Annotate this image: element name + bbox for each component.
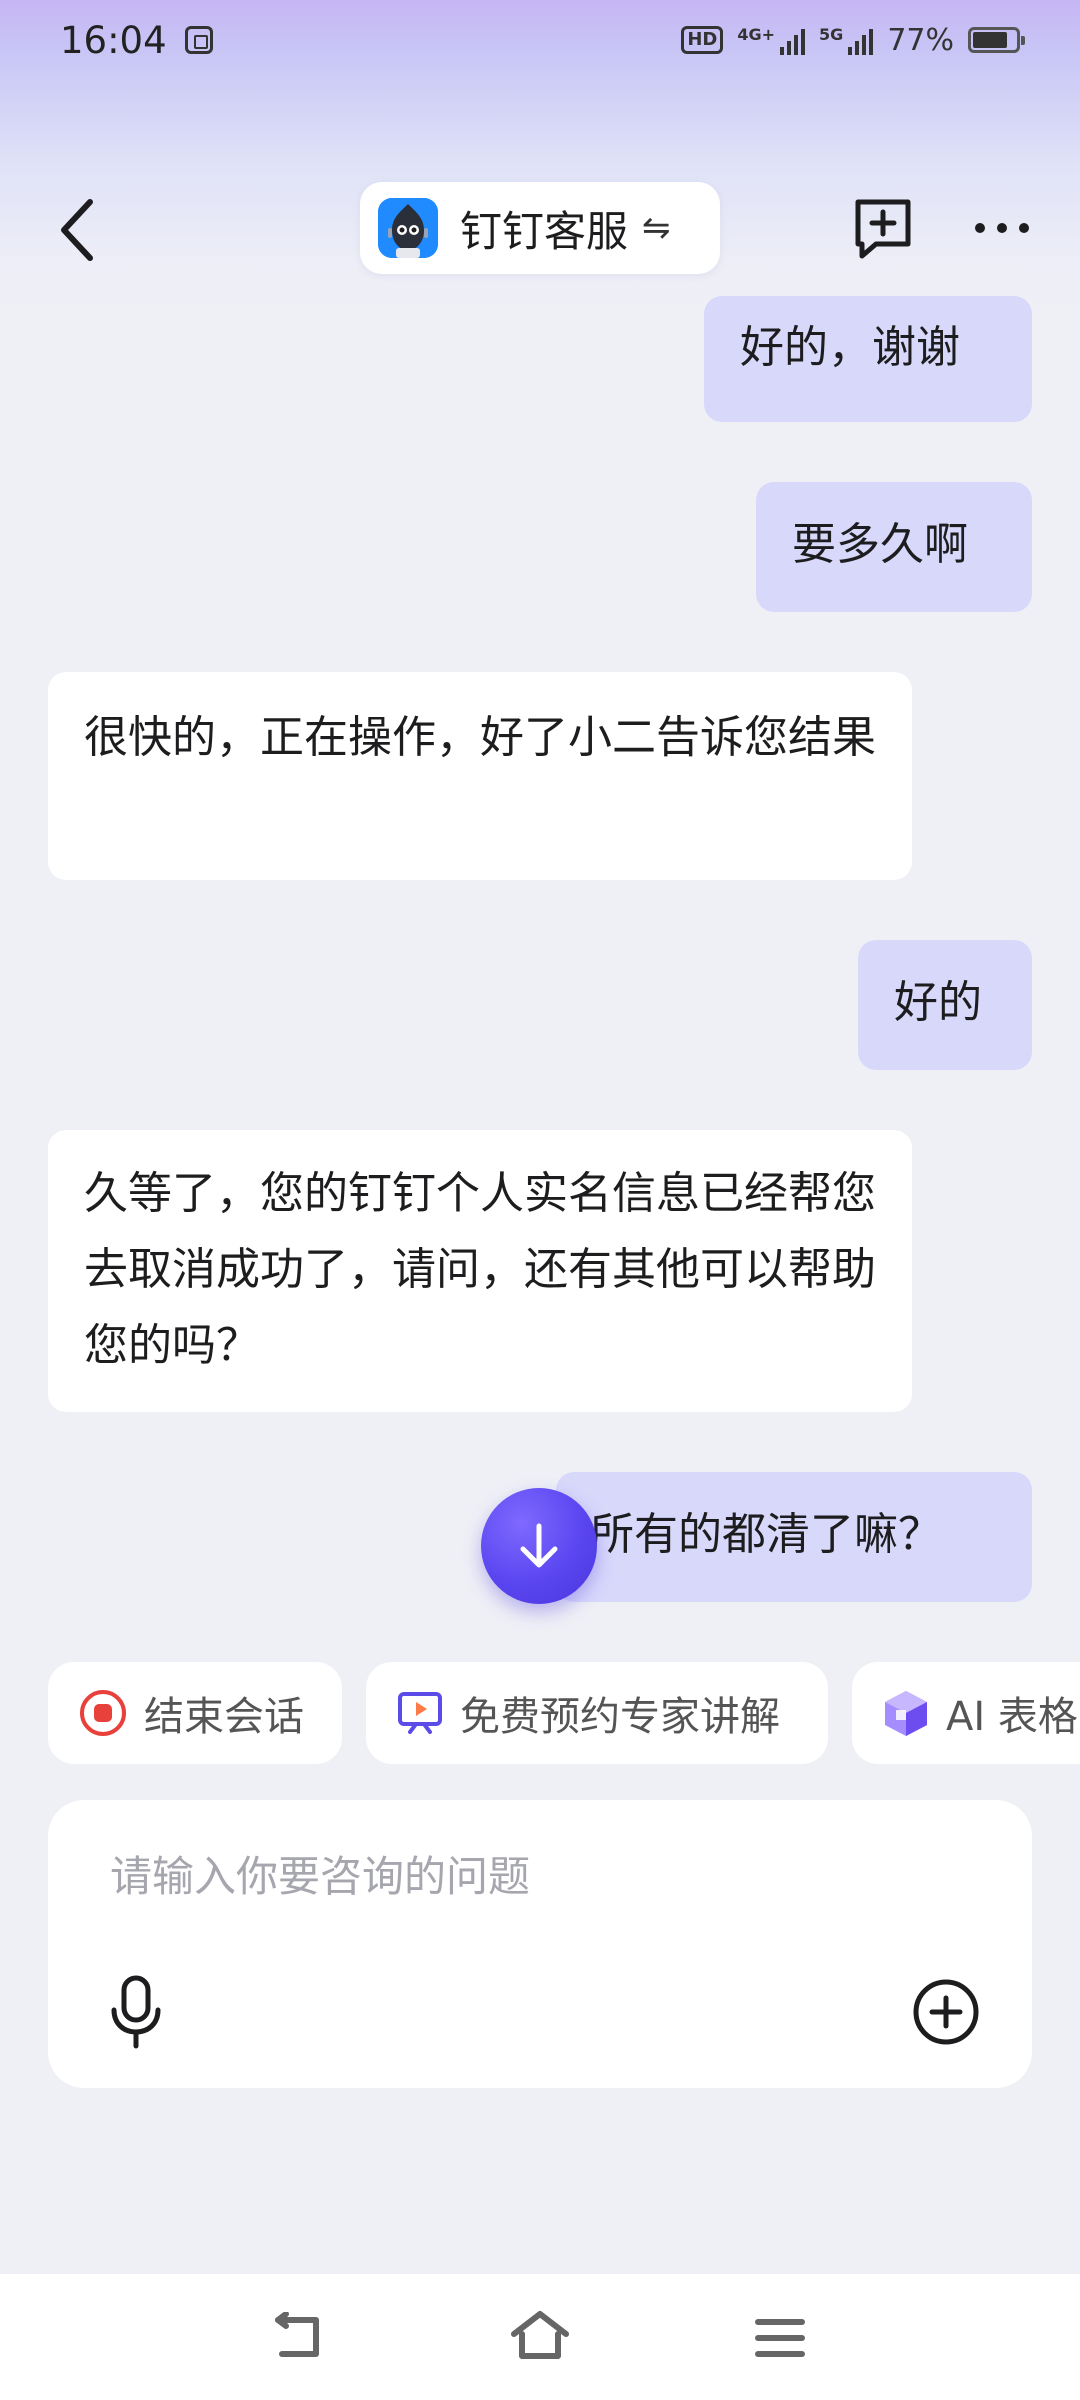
battery-percent: 77% [887,22,954,58]
bot-switcher[interactable]: 钉钉客服 ⇋ [360,182,720,274]
more-button[interactable] [970,210,1034,246]
plus-circle-icon [913,1979,979,2045]
bot-avatar [378,198,438,258]
arrow-down-icon [520,1523,558,1568]
attach-button[interactable] [910,1976,982,2048]
home-icon [511,2311,569,2359]
status-left: 16:04 [60,19,213,62]
signal-4g-label: 4G+ [737,25,776,44]
ai-table-chip[interactable]: AI 表格 [852,1662,1080,1764]
chat-header: 钉钉客服 ⇋ [0,170,1080,290]
battery-icon [968,27,1025,53]
user-message[interactable]: 所有的都清了嘛？ [556,1472,1032,1602]
voice-input-button[interactable] [106,1972,166,2052]
stop-circle-icon [80,1690,126,1736]
video-tv-icon [398,1692,442,1734]
expert-booking-chip[interactable]: 免费预约专家讲解 [366,1662,828,1764]
chat-screen: 16:04 HD 4G+ 5G 77% 钉钉客服 ⇋ 好的，谢谢 要多久啊 很快… [0,0,1080,2400]
user-message[interactable]: 好的 [858,940,1032,1070]
scroll-to-bottom-button[interactable] [481,1488,597,1604]
chip-label: 免费预约专家讲解 [460,1694,780,1740]
system-nav-bar [0,2274,1080,2400]
nav-recents-button[interactable] [754,2316,806,2360]
back-arrow-icon [275,2311,319,2357]
user-message[interactable]: 好的，谢谢 [704,296,1032,422]
notification-app-icon [184,26,213,54]
battery-fill [973,32,1008,48]
switch-arrows-icon: ⇋ [642,208,671,248]
user-message[interactable]: 要多久啊 [756,482,1032,612]
chip-label: 结束会话 [144,1694,304,1740]
signal-5g-icon: 5G [819,25,874,55]
nav-home-button[interactable] [508,2308,572,2362]
signal-5g-label: 5G [819,25,844,44]
chat-title: 钉钉客服 [460,206,629,256]
quick-action-bar: 结束会话 免费预约专家讲解 AI 表格 [48,1662,1080,1764]
composer [48,1800,1032,2088]
more-horizontal-icon [975,223,1029,233]
hd-voice-icon: HD [681,26,724,54]
agent-message[interactable]: 很快的，正在操作，好了小二告诉您结果 [48,672,912,880]
message-input[interactable] [110,1836,970,1916]
end-session-chip[interactable]: 结束会话 [48,1662,342,1764]
status-time: 16:04 [60,18,167,62]
nav-back-button[interactable] [268,2311,328,2362]
chevron-left-icon [61,199,93,261]
new-chat-button[interactable] [850,194,916,264]
status-right: HD 4G+ 5G 77% [681,22,1025,58]
microphone-icon [111,1975,161,2049]
ai-table-cube-icon [885,1691,927,1736]
back-button[interactable] [46,192,116,268]
robot-mascot-icon [378,198,438,258]
signal-4g-icon: 4G+ [737,25,806,55]
agent-message[interactable]: 久等了，您的钉钉个人实名信息已经帮您去取消成功了，请问，还有其他可以帮助您的吗？ [48,1130,912,1412]
message-plus-icon [855,199,911,259]
status-bar: 16:04 HD 4G+ 5G 77% [0,0,1080,80]
menu-icon [755,2319,805,2357]
chip-label: AI 表格 [946,1694,1078,1740]
